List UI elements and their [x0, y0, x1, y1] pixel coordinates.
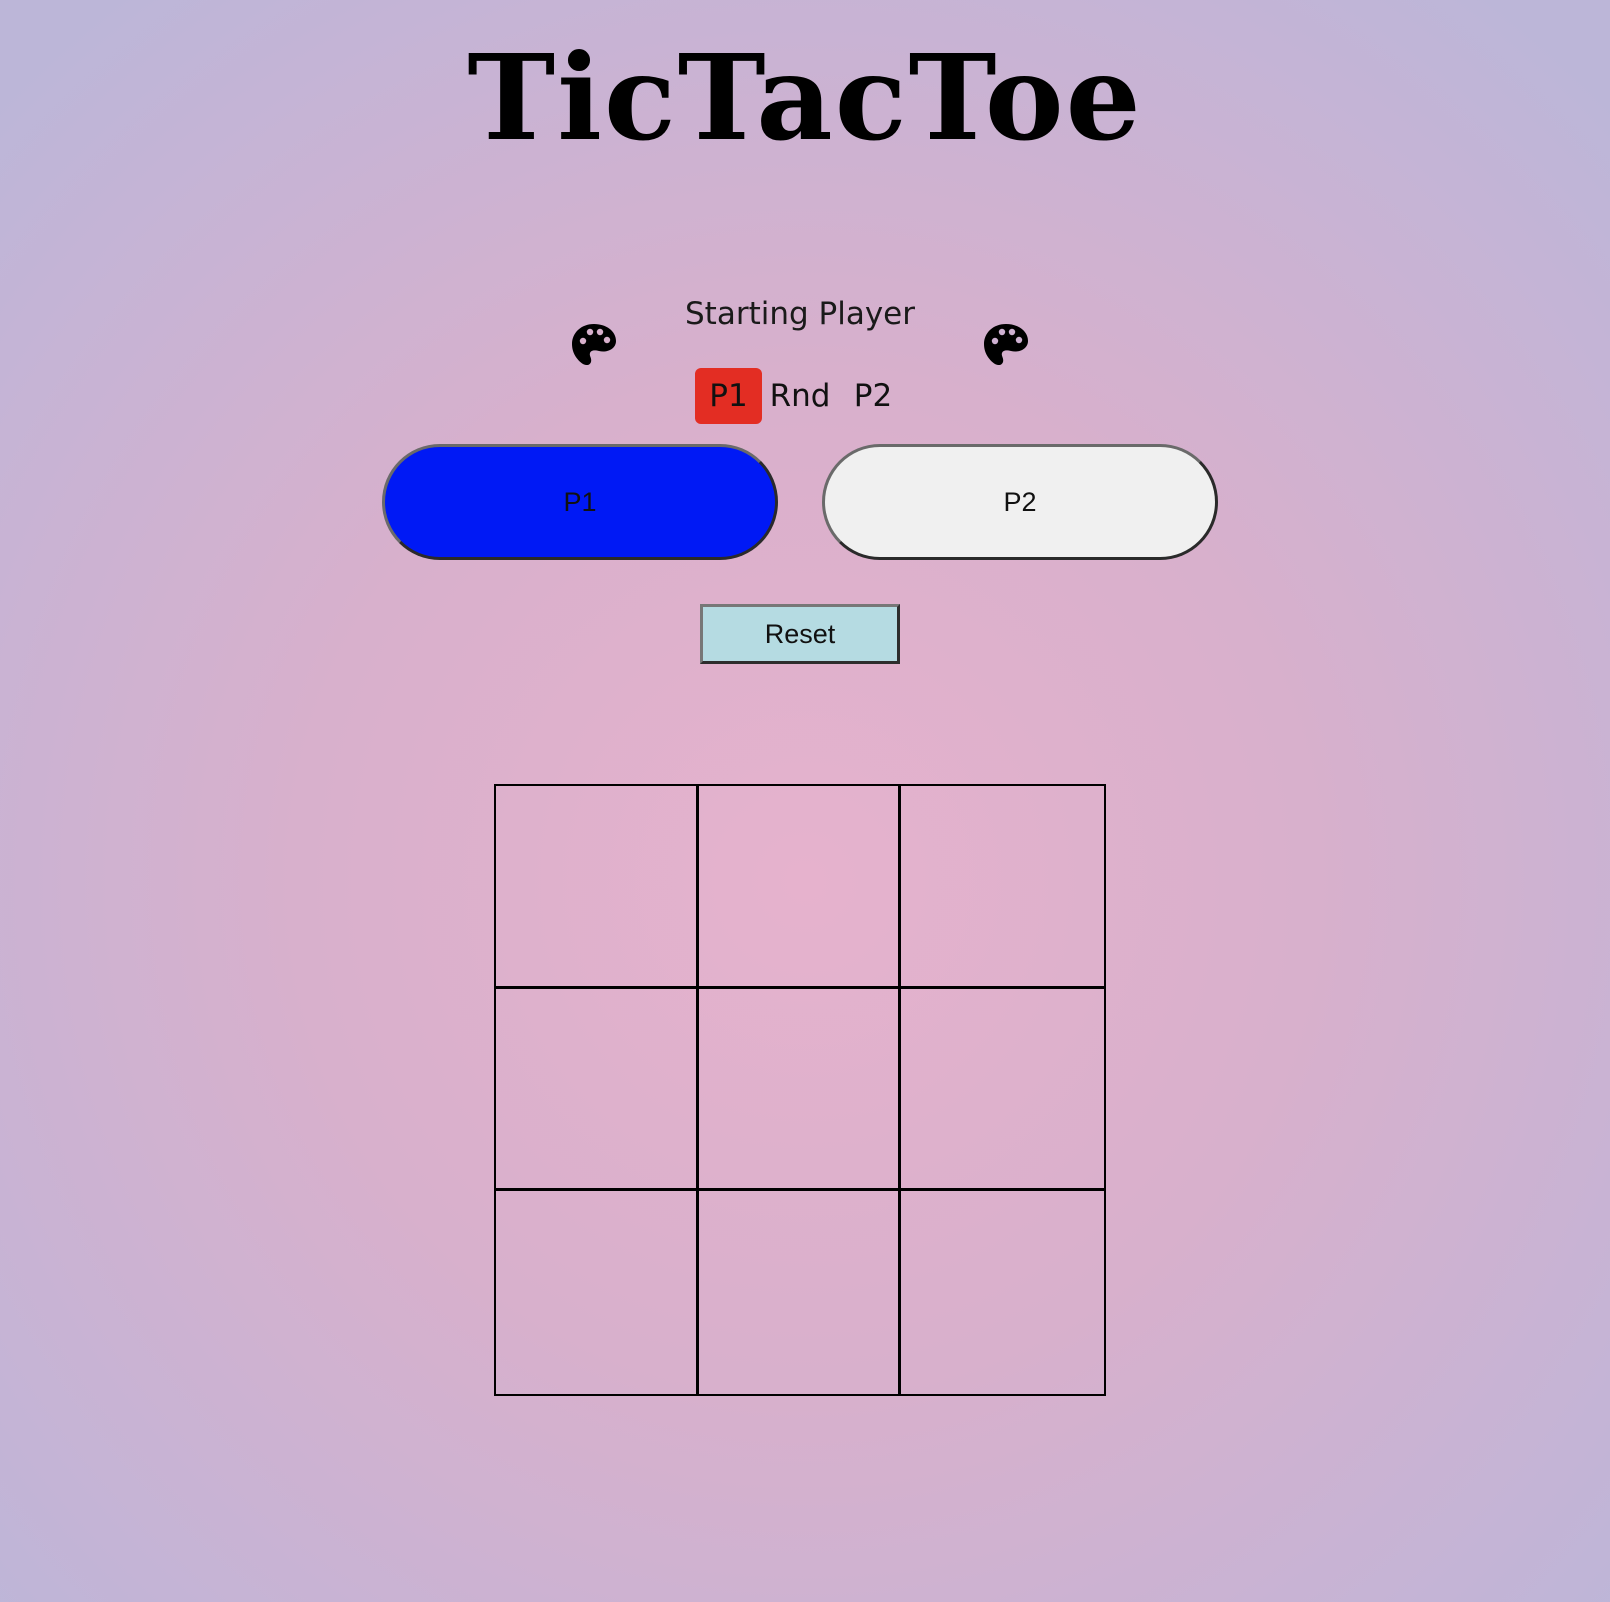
player1-button[interactable]: P1: [382, 444, 778, 560]
palette-icon: [572, 324, 616, 366]
game-board: [494, 784, 1106, 1396]
starting-player-label: Starting Player: [685, 296, 915, 332]
start-option-p1[interactable]: P1: [695, 368, 762, 424]
board-cell-3[interactable]: [901, 786, 1104, 989]
reset-button[interactable]: Reset: [700, 604, 900, 664]
p1-color-picker-palette-icon[interactable]: [571, 322, 617, 368]
start-option-random[interactable]: Rnd: [767, 368, 833, 424]
player2-button[interactable]: P2: [822, 444, 1218, 560]
board-cell-1[interactable]: [496, 786, 699, 989]
board-cell-7[interactable]: [496, 1191, 699, 1394]
board-cell-5[interactable]: [698, 988, 902, 1192]
p2-color-picker-palette-icon[interactable]: [983, 322, 1029, 368]
board-cell-9[interactable]: [901, 1191, 1104, 1394]
board-cell-8[interactable]: [699, 1191, 902, 1394]
start-option-p2[interactable]: P2: [845, 368, 901, 424]
palette-icon: [984, 324, 1028, 366]
game-title: TicTacToe: [467, 28, 1143, 167]
board-cell-4[interactable]: [496, 988, 699, 1192]
board-cell-2[interactable]: [698, 786, 902, 989]
board-cell-6[interactable]: [901, 989, 1104, 1192]
